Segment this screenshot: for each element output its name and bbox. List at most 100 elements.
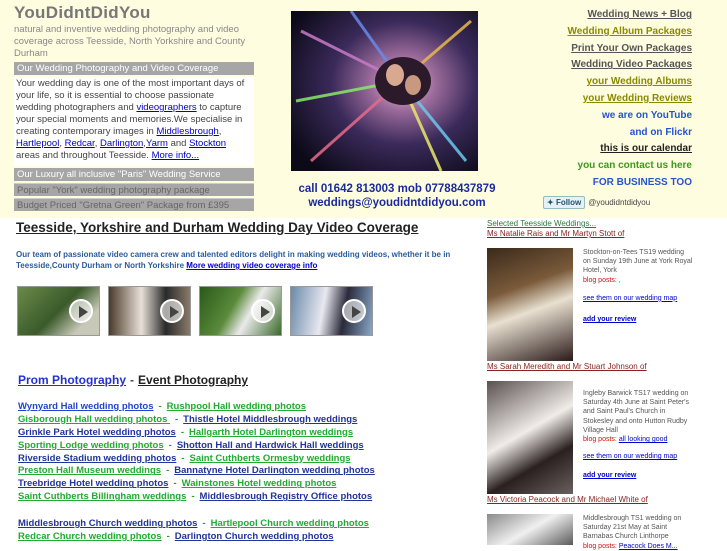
church-link[interactable]: Hartlepool Church wedding photos xyxy=(211,518,369,529)
hero-photo-graphic xyxy=(291,11,478,171)
blog-post-link[interactable]: all looking good xyxy=(619,436,668,443)
list-item: Sporting Lodge wedding photos - Shotton Ha… xyxy=(18,439,364,451)
nav-youtube[interactable]: we are on YouTube xyxy=(568,108,692,125)
venue-link[interactable]: Saint Cuthberts Ormesby weddings xyxy=(190,453,351,464)
venue-link[interactable]: Wainstones Hotel wedding photos xyxy=(182,478,337,489)
crew-text: Our team of passionate video camera crew… xyxy=(16,250,451,270)
package-gretna[interactable]: Budget Priced "Gretna Green" Package fro… xyxy=(14,198,254,211)
couple-name[interactable]: Ms Sarah Meredith and Mr Stuart Johnson … xyxy=(487,362,647,371)
list-item: Saint Cuthberts Billingham weddings - Midd… xyxy=(18,491,373,503)
nav-print-packages[interactable]: Print Your Own Packages xyxy=(568,41,692,58)
twitter-handle[interactable]: @youdidntdidyou xyxy=(588,198,650,207)
nav-business[interactable]: FOR BUSINESS TOO xyxy=(568,175,692,192)
venue-link[interactable]: Preston Hall Museum weddings xyxy=(18,465,161,476)
list-item: Preston Hall Museum weddings - Bannatyne H… xyxy=(18,465,375,477)
package-paris[interactable]: Our Luxury all inclusive "Paris" Wedding… xyxy=(14,168,254,181)
couple-name[interactable]: Ms Victoria Peacock and Mr Michael White… xyxy=(487,495,648,504)
stockton-link[interactable]: Stockton xyxy=(189,138,226,149)
site-tagline: natural and inventive wedding photograph… xyxy=(14,24,246,59)
twitter-follow-button[interactable]: ✦ Follow xyxy=(543,196,586,209)
blog-posts: blog posts: all looking good xyxy=(583,436,668,444)
wedding-description: Ingleby Barwick TS17 wedding on Saturday… xyxy=(583,390,690,434)
list-item: Grinkle Park Hotel wedding photos - Hallga… xyxy=(18,426,354,438)
middlesbrough-link[interactable]: Middlesbrough xyxy=(156,126,218,137)
blog-posts: blog posts: Peacock Does M... xyxy=(583,542,678,550)
add-review-link[interactable]: add your review xyxy=(583,472,636,479)
venue-link[interactable]: Bannatyne Hotel Darlington wedding photo… xyxy=(174,465,375,476)
church-link[interactable]: Darlington Church wedding photos xyxy=(175,531,334,542)
church-link[interactable]: Redcar Church wedding photos xyxy=(18,531,162,542)
header-left-column: YouDidntDidYou natural and inventive wed… xyxy=(14,0,254,211)
package-york[interactable]: Popular "York" wedding photography packa… xyxy=(14,183,254,196)
contact-info: call 01642 813003 mob 07788437879 weddin… xyxy=(291,182,503,210)
venue-links: Wynyard Hall wedding photos - Rushpool Hal… xyxy=(18,401,478,544)
yarm-link[interactable]: Yarm xyxy=(146,138,168,149)
venue-link[interactable]: Gisborough Hall wedding photos xyxy=(18,414,170,425)
nav-flickr[interactable]: and on Flickr xyxy=(568,125,692,142)
play-icon xyxy=(251,299,275,323)
selected-weddings-header: Selected Teesside Weddings... Ms Natalie… xyxy=(487,219,687,239)
twitter-bird-icon: ✦ xyxy=(547,198,554,207)
nav-your-reviews[interactable]: your Wedding Reviews xyxy=(568,91,692,108)
nav-video-packages[interactable]: Wedding Video Packages xyxy=(568,57,692,74)
nav-calendar[interactable]: this is our calendar xyxy=(568,141,692,158)
venue-link[interactable]: Grinkle Park Hotel wedding photos xyxy=(18,427,176,438)
venue-link[interactable]: Treebridge Hotel wedding photos xyxy=(18,478,168,489)
more-info-link[interactable]: More info... xyxy=(152,150,200,161)
nav-contact[interactable]: you can contact us here xyxy=(568,158,692,175)
video-thumb-3[interactable] xyxy=(199,286,282,336)
wedding-details: Stockton-on-Tees TS19 wedding on Sunday … xyxy=(583,248,693,324)
hartlepool-link[interactable]: Hartlepool xyxy=(16,138,59,149)
video-info-link[interactable]: More wedding video coverage info xyxy=(186,261,317,270)
hero-photo xyxy=(291,11,478,171)
video-thumbnails xyxy=(17,286,373,336)
venue-link[interactable]: Shotton Hall and Hardwick Hall weddings xyxy=(177,440,364,451)
video-thumb-2[interactable] xyxy=(108,286,191,336)
venue-link[interactable]: Hallgarth Hotel Darlington weddings xyxy=(189,427,353,438)
prom-photography-link[interactable]: Prom Photography xyxy=(18,373,126,387)
venue-link[interactable]: Riverside Stadium wedding photos xyxy=(18,453,176,464)
venue-link[interactable]: Sporting Lodge wedding photos xyxy=(18,440,164,451)
services-band[interactable]: Our Wedding Photography and Video Covera… xyxy=(14,62,254,87)
list-item: Treebridge Hotel wedding photos - Wainston… xyxy=(18,478,337,490)
video-thumb-4[interactable] xyxy=(290,286,373,336)
add-review-link[interactable]: add your review xyxy=(583,316,636,323)
church-link[interactable]: Middlesbrough Church wedding photos xyxy=(18,518,197,529)
main-nav: Wedding News + Blog Wedding Album Packag… xyxy=(568,7,692,192)
page-title[interactable]: Teesside, Yorkshire and Durham Wedding D… xyxy=(16,220,418,235)
list-item: Gisborough Hall wedding photos - Thistle … xyxy=(18,413,358,425)
venue-link[interactable]: Wynyard Hall wedding photos xyxy=(18,401,153,412)
nav-your-albums[interactable]: your Wedding Albums xyxy=(568,74,692,91)
wedding-map-link[interactable]: see them on our wedding map xyxy=(583,453,677,460)
blog-post-link[interactable]: Peacock Does M... xyxy=(619,543,678,550)
wedding-photo[interactable] xyxy=(487,248,573,361)
video-thumb-1[interactable] xyxy=(17,286,100,336)
redcar-link[interactable]: Redcar xyxy=(65,138,95,149)
wedding-details: Ingleby Barwick TS17 wedding on Saturday… xyxy=(583,389,693,481)
event-photography-link[interactable]: Event Photography xyxy=(138,373,248,387)
blog-posts: blog posts: , xyxy=(583,276,621,284)
videographers-link[interactable]: videographers xyxy=(136,102,196,113)
venue-link[interactable]: Middlesbrough Registry Office photos xyxy=(200,491,373,502)
site-logo[interactable]: YouDidntDidYou xyxy=(14,3,254,23)
list-item: Middlesbrough Church wedding photos - Hart… xyxy=(18,518,369,530)
wedding-description: Stockton-on-Tees TS19 wedding on Sunday … xyxy=(583,249,693,275)
nav-album-packages[interactable]: Wedding Album Packages xyxy=(568,24,692,41)
list-item: Riverside Stadium wedding photos - Saint C… xyxy=(18,452,351,464)
nav-wedding-news[interactable]: Wedding News + Blog xyxy=(568,7,692,24)
selected-weddings-title[interactable]: Selected Teesside Weddings... xyxy=(487,219,687,229)
darlington-link[interactable]: Darlington xyxy=(100,138,143,149)
venue-link[interactable]: Thistle Hotel Middlesbrough weddings xyxy=(183,414,357,425)
contact-email[interactable]: weddings@youdidntdidyou.com xyxy=(291,196,503,210)
intro-text: Your wedding day is one of the most impo… xyxy=(14,77,254,166)
play-icon xyxy=(342,299,366,323)
wedding-photo[interactable] xyxy=(487,381,573,494)
twitter-follow: ✦ Follow @youdidntdidyou xyxy=(543,196,650,209)
venue-link[interactable]: Saint Cuthberts Billingham weddings xyxy=(18,491,186,502)
wedding-map-link[interactable]: see them on our wedding map xyxy=(583,295,677,302)
wedding-photo[interactable] xyxy=(487,514,573,545)
couple-name[interactable]: Ms Natalie Rais and Mr Martyn Stott of xyxy=(487,229,687,239)
play-icon xyxy=(160,299,184,323)
venue-link[interactable]: Rushpool Hall wedding photos xyxy=(167,401,306,412)
list-item: Wynyard Hall wedding photos - Rushpool Hal… xyxy=(18,401,306,412)
